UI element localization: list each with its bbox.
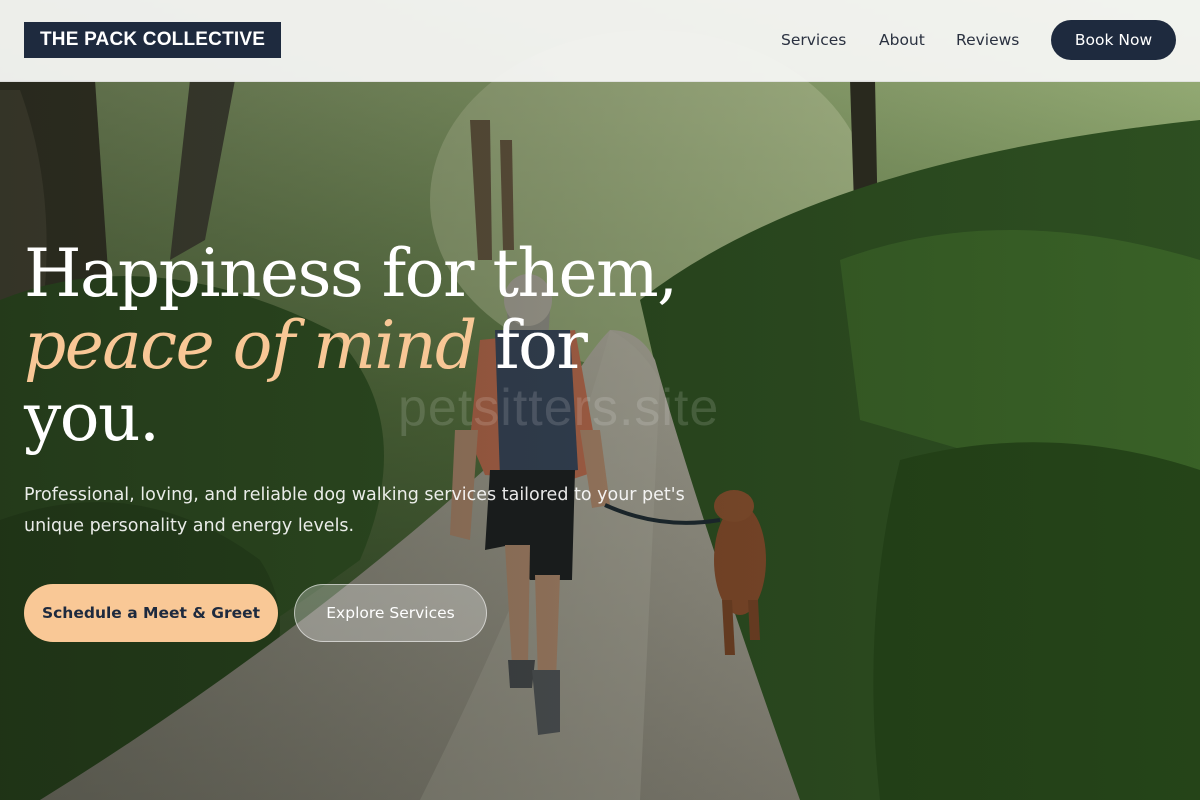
hero-subtext: Professional, loving, and reliable dog w…: [24, 485, 685, 536]
hero-headline: Happiness for them, peace of mind for yo…: [24, 238, 724, 454]
headline-line-2-rest: for: [475, 307, 588, 384]
headline-line-3: you.: [24, 379, 160, 456]
site-header: THE PACK COLLECTIVE Services About Revie…: [0, 0, 1200, 82]
headline-line-1: Happiness for them,: [24, 235, 678, 312]
nav-link-services[interactable]: Services: [781, 29, 846, 51]
nav-link-reviews[interactable]: Reviews: [956, 29, 1019, 51]
headline-accent: peace of mind: [24, 307, 477, 384]
nav-link-about[interactable]: About: [879, 29, 925, 51]
headline-line-2: peace of mind for: [24, 310, 724, 382]
book-now-button[interactable]: Book Now: [1051, 20, 1176, 60]
explore-services-button[interactable]: Explore Services: [294, 584, 487, 642]
logo[interactable]: THE PACK COLLECTIVE: [24, 22, 282, 58]
landing-page: petsitters.site THE PACK COLLECTIVE Serv…: [0, 0, 1200, 800]
schedule-meet-greet-button[interactable]: Schedule a Meet & Greet: [24, 584, 278, 642]
